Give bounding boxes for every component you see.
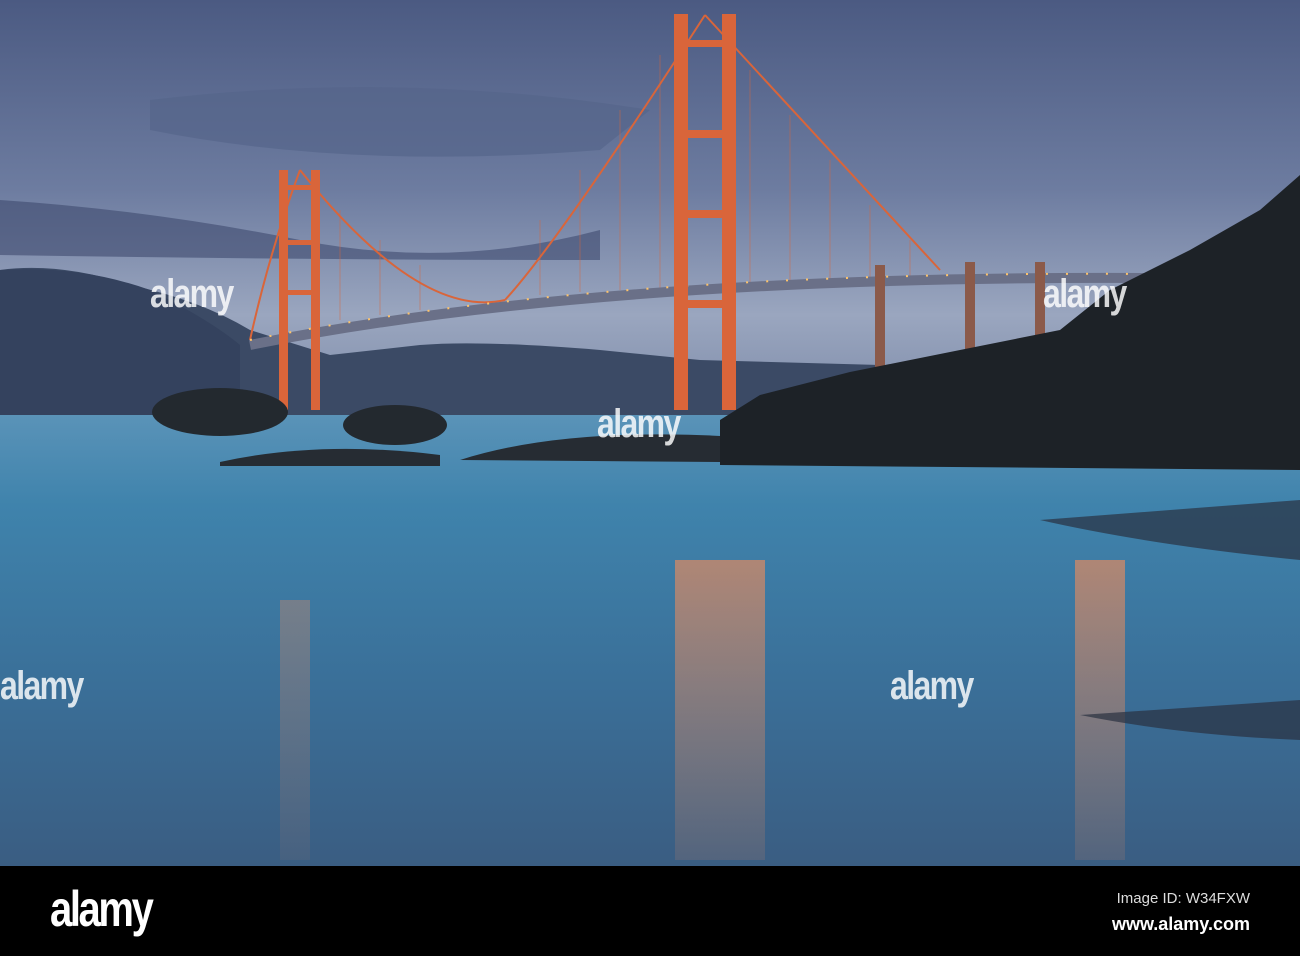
watermark: alamy: [890, 664, 974, 708]
watermark: alamy: [0, 664, 84, 708]
alamy-logo: alamy: [50, 881, 154, 937]
image-id: Image ID: W34FXW: [1116, 890, 1250, 907]
watermark: alamy: [150, 272, 234, 316]
watermark: alamy: [597, 402, 681, 446]
watermark: alamy: [1043, 272, 1127, 316]
footer-bar: alamy Image ID: W34FXW www.alamy.com: [0, 866, 1300, 956]
site-url: www.alamy.com: [1111, 914, 1250, 934]
